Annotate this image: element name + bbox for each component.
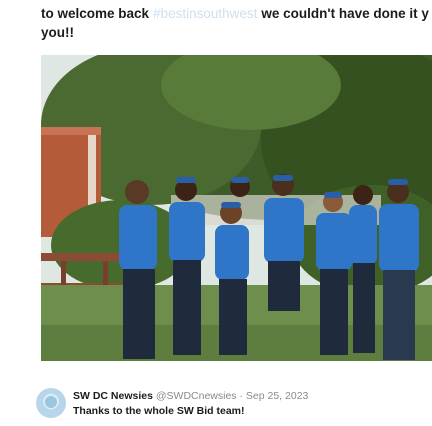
hashtag-link[interactable]: #bestinsouthwest (153, 6, 257, 21)
tweet-text: Thanks to the whole SW Bid team! (73, 405, 245, 417)
post-text: to welcome back #bestinsouthwest we couldn… (41, 4, 432, 42)
tweet-header: SW DC Newsies @SWDCnewsies · Sep 25, 202… (73, 390, 308, 402)
post-text-part2: we couldn't have done it y (261, 6, 429, 21)
avatar[interactable] (36, 388, 66, 418)
tweet-date[interactable]: Sep 25, 2023 (246, 390, 308, 402)
post-text-part1: to welcome back (41, 6, 150, 21)
quoted-tweet[interactable]: SW DC Newsies @SWDCnewsies · Sep 25, 202… (36, 388, 432, 422)
post-text-line2: you!! (41, 25, 74, 40)
separator: · (239, 390, 243, 402)
author-handle[interactable]: @SWDCnewsies (156, 390, 237, 402)
author-name[interactable]: SW DC Newsies (73, 390, 153, 402)
group-photo[interactable] (41, 55, 432, 361)
group-photo-illustration (41, 55, 432, 361)
